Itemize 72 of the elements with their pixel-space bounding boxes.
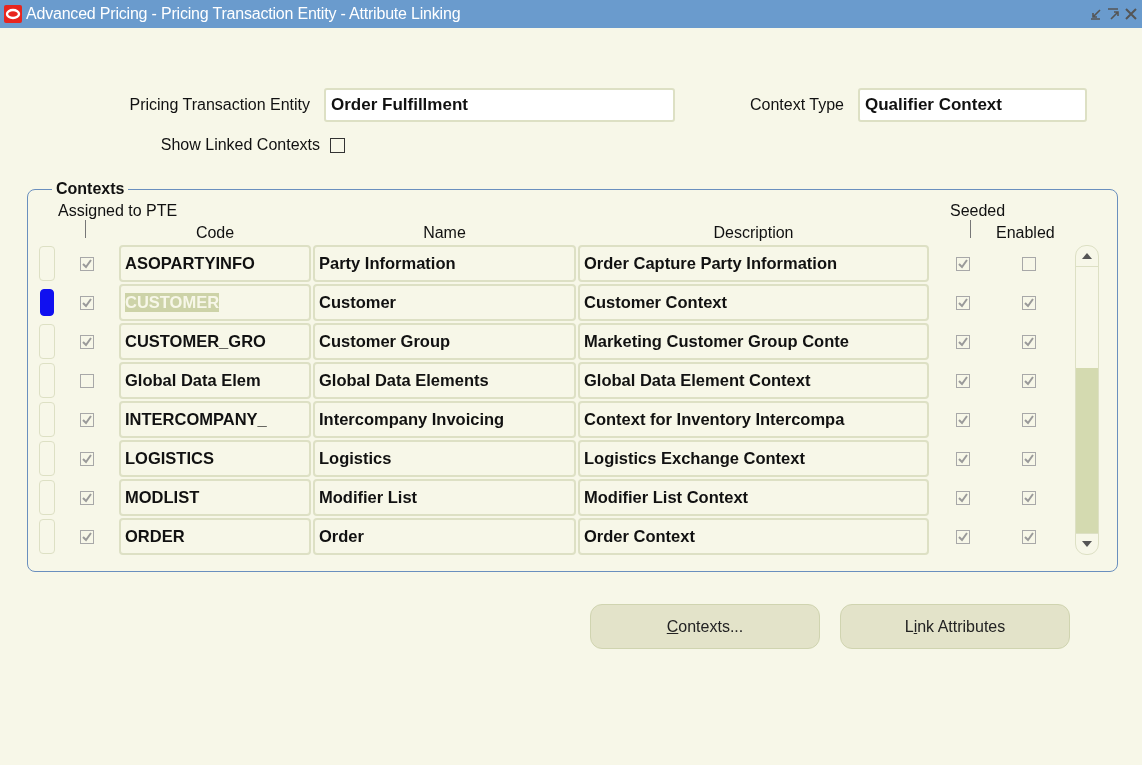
checkbox[interactable] [956, 295, 970, 310]
checkbox[interactable] [1022, 334, 1036, 349]
table-cell[interactable]: Party Information [313, 245, 576, 282]
table-cell[interactable]: Customer Context [578, 284, 929, 321]
maximize-icon [1106, 7, 1120, 21]
table-cell[interactable]: Intercompany Invoicing [313, 401, 576, 438]
checkbox[interactable] [1022, 490, 1036, 505]
checkbox[interactable] [956, 334, 970, 349]
button[interactable]: Link Attributes [840, 604, 1070, 649]
checkbox[interactable] [1022, 295, 1036, 310]
checkbox[interactable] [80, 334, 94, 349]
column-header: Description [712, 224, 795, 242]
table-cell[interactable]: Order [313, 518, 576, 555]
checkbox[interactable] [80, 529, 94, 544]
table-cell[interactable]: Customer Group [313, 323, 576, 360]
table-cell[interactable]: Customer [313, 284, 576, 321]
table-cell[interactable]: Context for Inventory Intercompa [578, 401, 929, 438]
table-cell[interactable]: INTERCOMPANY_ [119, 401, 311, 438]
table-cell[interactable]: Modifier List [313, 479, 576, 516]
checkbox[interactable] [1022, 256, 1036, 271]
table-cell[interactable]: Global Data Element Context [578, 362, 929, 399]
table-cell[interactable]: MODLIST [119, 479, 311, 516]
checkbox[interactable] [80, 256, 94, 271]
table-cell[interactable]: CUSTOMER_GRO [119, 323, 311, 360]
button[interactable]: Contexts... [590, 604, 820, 649]
window-title: Advanced Pricing - Pricing Transaction Entity - Attribute Linking [26, 5, 462, 23]
table-cell[interactable]: Global Data Elem [119, 362, 311, 399]
scrollbar[interactable] [1075, 245, 1099, 555]
checkbox[interactable] [1022, 412, 1036, 427]
checkbox[interactable] [956, 529, 970, 544]
table-cell[interactable]: ORDER [119, 518, 311, 555]
checkbox[interactable] [1022, 529, 1036, 544]
frame-title: Contexts [55, 180, 126, 198]
checkbox[interactable] [80, 412, 94, 427]
scroll-thumb[interactable] [1076, 368, 1098, 533]
scroll-up-icon [1081, 252, 1093, 260]
field-label: Pricing Transaction Entity [129, 96, 310, 114]
table-cell[interactable]: ASOPARTYINFO [119, 245, 311, 282]
checkbox[interactable] [80, 490, 94, 505]
row-indicator[interactable] [40, 289, 54, 316]
checkbox[interactable] [1022, 373, 1036, 388]
checkbox[interactable] [80, 295, 94, 310]
scroll-down-icon [1081, 540, 1093, 548]
app-logo-icon [4, 5, 22, 23]
checkbox[interactable] [1022, 451, 1036, 466]
checkbox[interactable] [956, 451, 970, 466]
checkbox[interactable] [956, 490, 970, 505]
table-cell[interactable]: Modifier List Context [578, 479, 929, 516]
checkbox[interactable] [956, 412, 970, 427]
table-cell[interactable]: LOGISTICS [119, 440, 311, 477]
table-cell[interactable]: Logistics [313, 440, 576, 477]
field-label: Context Type [750, 96, 844, 114]
table-cell[interactable]: Marketing Customer Group Conte [578, 323, 929, 360]
column-header: Code [194, 224, 236, 242]
checkbox[interactable] [956, 256, 970, 271]
close-icon [1124, 7, 1138, 21]
text-field[interactable]: Qualifier Context [858, 88, 1087, 122]
checkbox[interactable] [80, 373, 94, 388]
column-header: Seeded [949, 202, 1007, 220]
column-header: Assigned to PTE [57, 202, 179, 220]
column-header: Name [422, 224, 467, 242]
checkbox[interactable] [956, 373, 970, 388]
checkbox-label: Show Linked Contexts [160, 136, 320, 154]
column-header: Enabled [996, 224, 1056, 242]
table-cell[interactable]: Logistics Exchange Context [578, 440, 929, 477]
table-cell[interactable]: Order Context [578, 518, 929, 555]
checkbox[interactable] [80, 451, 94, 466]
minimize-icon [1088, 7, 1102, 21]
checkbox[interactable] [330, 137, 345, 153]
text-field[interactable]: Order Fulfillment [324, 88, 675, 122]
table-cell[interactable]: Global Data Elements [313, 362, 576, 399]
table-cell[interactable]: Order Capture Party Information [578, 245, 929, 282]
